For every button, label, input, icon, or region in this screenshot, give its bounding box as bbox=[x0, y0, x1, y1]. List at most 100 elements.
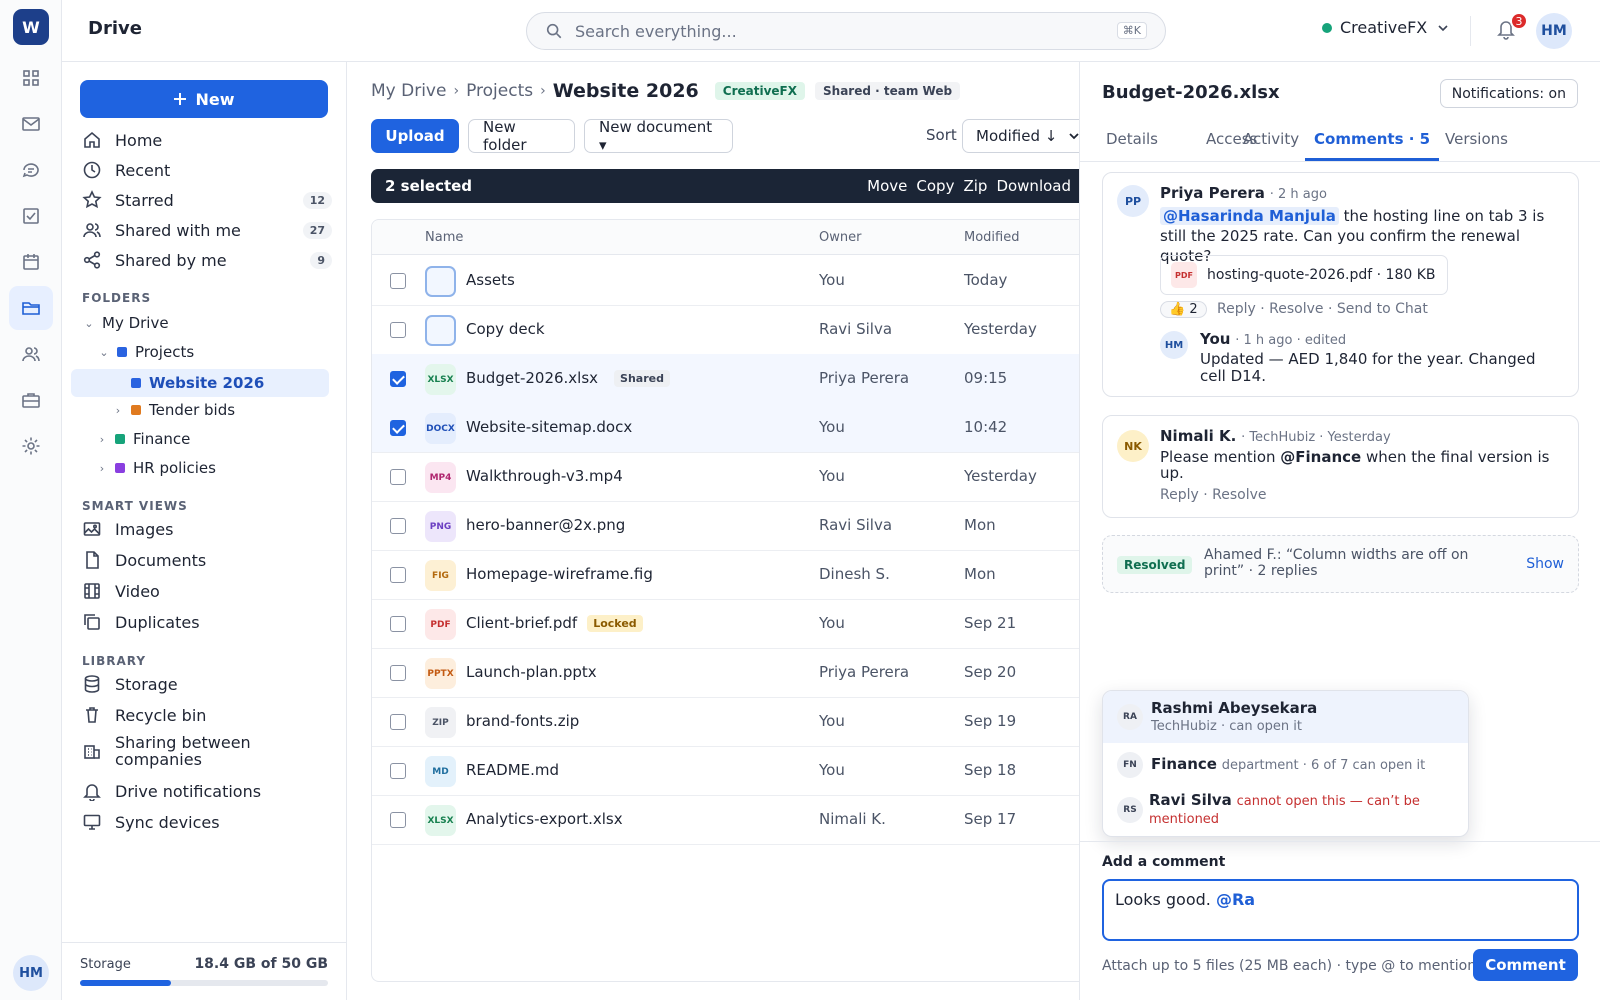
row-checkbox[interactable] bbox=[390, 665, 406, 681]
file-name-cell[interactable]: Walkthrough-v3.mp4 bbox=[466, 467, 623, 485]
rail-user-avatar[interactable]: HM bbox=[13, 955, 49, 991]
row-checkbox[interactable] bbox=[390, 616, 406, 632]
tab-comments[interactable]: Comments · 5 bbox=[1305, 124, 1440, 161]
comment-author[interactable]: Nimali K. bbox=[1160, 427, 1236, 445]
sidebar-item-images[interactable]: Images bbox=[82, 515, 332, 543]
sidebar-item-recycle-bin[interactable]: Recycle bin bbox=[82, 701, 332, 729]
briefcase-icon[interactable] bbox=[9, 378, 53, 422]
comment-author[interactable]: Priya Perera bbox=[1160, 184, 1265, 202]
row-checkbox[interactable] bbox=[390, 469, 406, 485]
app-logo[interactable]: W bbox=[13, 9, 49, 45]
chevron-down-icon[interactable]: ⌄ bbox=[82, 317, 96, 330]
row-checkbox[interactable] bbox=[390, 567, 406, 583]
row-checkbox[interactable] bbox=[390, 322, 406, 338]
table-row[interactable]: ZIP brand-fonts.zip You Sep 19 bbox=[372, 697, 1080, 747]
file-name-cell[interactable]: Analytics-export.xlsx bbox=[466, 810, 623, 828]
table-row[interactable]: Assets You Today bbox=[372, 256, 1080, 306]
search-input[interactable] bbox=[575, 21, 1095, 41]
user-avatar[interactable]: HM bbox=[1536, 13, 1572, 49]
tasks-icon[interactable] bbox=[9, 194, 53, 238]
file-name-cell[interactable]: Homepage-wireframe.fig bbox=[466, 565, 653, 583]
file-name-cell[interactable]: Budget-2026.xlsx Shared bbox=[466, 369, 670, 387]
upload-button[interactable]: Upload bbox=[371, 119, 459, 153]
chevron-right-icon[interactable]: › bbox=[95, 462, 109, 475]
chevron-down-icon[interactable]: ⌄ bbox=[97, 346, 111, 359]
sidebar-item-storage[interactable]: Storage bbox=[82, 670, 332, 698]
sidebar-item-recent[interactable]: Recent bbox=[82, 156, 332, 184]
table-row[interactable]: DOCX Website-sitemap.docx You 10:42 bbox=[372, 403, 1080, 453]
sidebar-item-sync-devices[interactable]: Sync devices bbox=[82, 808, 332, 836]
row-checkbox[interactable] bbox=[390, 714, 406, 730]
sidebar-item-duplicates[interactable]: Duplicates bbox=[82, 608, 332, 636]
row-checkbox[interactable] bbox=[390, 420, 406, 436]
mention-option[interactable]: RA Rashmi Abeysekara TechHubiz · can ope… bbox=[1103, 691, 1468, 743]
new-document-button[interactable]: New document ▾ bbox=[584, 118, 733, 154]
file-name-cell[interactable]: README.md bbox=[466, 761, 559, 779]
table-row[interactable]: XLSX Analytics-export.xlsx Nimali K. Sep 17 bbox=[372, 795, 1080, 845]
folder-finance[interactable]: › Finance bbox=[95, 427, 191, 451]
breadcrumb-projects[interactable]: Projects bbox=[466, 81, 533, 101]
table-row[interactable]: PDF Client-brief.pdf Locked You Sep 21 bbox=[372, 599, 1080, 649]
reaction-thumbs-up[interactable]: 👍 2 bbox=[1160, 301, 1207, 318]
row-checkbox[interactable] bbox=[390, 273, 406, 289]
comment-input[interactable]: Looks good. @Ra bbox=[1102, 879, 1579, 941]
sidebar-item-starred[interactable]: Starred 12 bbox=[82, 186, 332, 214]
column-owner-header[interactable]: Owner bbox=[819, 230, 861, 245]
move-action[interactable]: Move bbox=[867, 177, 907, 195]
comment-action-links[interactable]: Reply · Resolve bbox=[1160, 487, 1266, 503]
file-name-cell[interactable]: hero-banner@2x.png bbox=[466, 516, 625, 534]
zip-action[interactable]: Zip bbox=[963, 177, 987, 195]
new-button[interactable]: New bbox=[80, 80, 328, 118]
download-action[interactable]: Download bbox=[996, 177, 1071, 195]
drive-icon[interactable] bbox=[9, 286, 53, 330]
copy-action[interactable]: Copy bbox=[916, 177, 954, 195]
sort-select[interactable]: Modified ↓ bbox=[962, 119, 1092, 153]
workspace-switcher[interactable]: CreativeFX bbox=[1322, 18, 1449, 37]
row-checkbox[interactable] bbox=[390, 812, 406, 828]
sidebar-item-drive-notifications[interactable]: Drive notifications bbox=[82, 777, 332, 805]
sidebar-item-video[interactable]: Video bbox=[82, 577, 332, 605]
file-name-cell[interactable]: Copy deck bbox=[466, 320, 545, 338]
table-row[interactable]: MD README.md You Sep 18 bbox=[372, 746, 1080, 796]
table-row[interactable]: PNG hero-banner@2x.png Ravi Silva Mon bbox=[372, 501, 1080, 551]
column-name-header[interactable]: Name bbox=[425, 230, 463, 245]
folder-hr-policies[interactable]: › HR policies bbox=[95, 456, 216, 480]
sidebar-item-shared-with-me[interactable]: Shared with me 27 bbox=[82, 216, 332, 244]
table-row[interactable]: FIG Homepage-wireframe.fig Dinesh S. Mon bbox=[372, 550, 1080, 600]
folder-my-drive[interactable]: ⌄ My Drive bbox=[82, 311, 168, 335]
mail-icon[interactable] bbox=[9, 102, 53, 146]
breadcrumb-my-drive[interactable]: My Drive bbox=[371, 81, 446, 101]
row-checkbox[interactable] bbox=[390, 371, 406, 387]
people-icon[interactable] bbox=[9, 332, 53, 376]
comment-attachment[interactable]: PDF hosting-quote-2026.pdf · 180 KB bbox=[1160, 255, 1448, 295]
comment-mention[interactable]: @Hasarinda Manjula bbox=[1160, 207, 1339, 225]
sidebar-item-sharing-between-companies[interactable]: Sharing between companies bbox=[82, 732, 332, 770]
table-row[interactable]: Copy deck Ravi Silva Yesterday bbox=[372, 305, 1080, 355]
file-name-cell[interactable]: Launch-plan.pptx bbox=[466, 663, 597, 681]
comment-action-links[interactable]: Reply · Resolve · Send to Chat bbox=[1217, 301, 1428, 317]
calendar-icon[interactable] bbox=[9, 240, 53, 284]
apps-icon[interactable] bbox=[9, 56, 53, 100]
tab-versions[interactable]: Versions bbox=[1443, 124, 1510, 161]
file-name-cell[interactable]: Assets bbox=[466, 271, 515, 289]
sidebar-item-shared-by-me[interactable]: Shared by me 9 bbox=[82, 246, 332, 274]
chevron-right-icon[interactable]: › bbox=[95, 433, 109, 446]
settings-icon[interactable] bbox=[9, 424, 53, 468]
comment-mention[interactable]: @Finance bbox=[1280, 448, 1361, 466]
table-row[interactable]: MP4 Walkthrough-v3.mp4 You Yesterday bbox=[372, 452, 1080, 502]
file-name-cell[interactable]: brand-fonts.zip bbox=[466, 712, 579, 730]
column-modified-header[interactable]: Modified bbox=[964, 230, 1019, 245]
sidebar-item-documents[interactable]: Documents bbox=[82, 546, 332, 574]
sidebar-item-home[interactable]: Home bbox=[82, 126, 332, 154]
folder-projects[interactable]: ⌄ Projects bbox=[97, 340, 194, 364]
folder-website-2026[interactable]: Website 2026 bbox=[71, 369, 329, 397]
tab-activity[interactable]: Activity bbox=[1241, 124, 1301, 161]
chevron-right-icon[interactable]: › bbox=[111, 404, 125, 417]
chat-icon[interactable] bbox=[9, 148, 53, 192]
table-row[interactable]: PPTX Launch-plan.pptx Priya Perera Sep 20 bbox=[372, 648, 1080, 698]
file-name-cell[interactable]: Client-brief.pdf Locked bbox=[466, 614, 643, 632]
new-folder-button[interactable]: New folder bbox=[468, 118, 575, 154]
table-row[interactable]: XLSX Budget-2026.xlsx Shared Priya Perera 09… bbox=[372, 354, 1080, 404]
search-bar[interactable]: ⌘K bbox=[526, 12, 1166, 50]
folder-tender-bids[interactable]: › Tender bids bbox=[111, 398, 235, 422]
